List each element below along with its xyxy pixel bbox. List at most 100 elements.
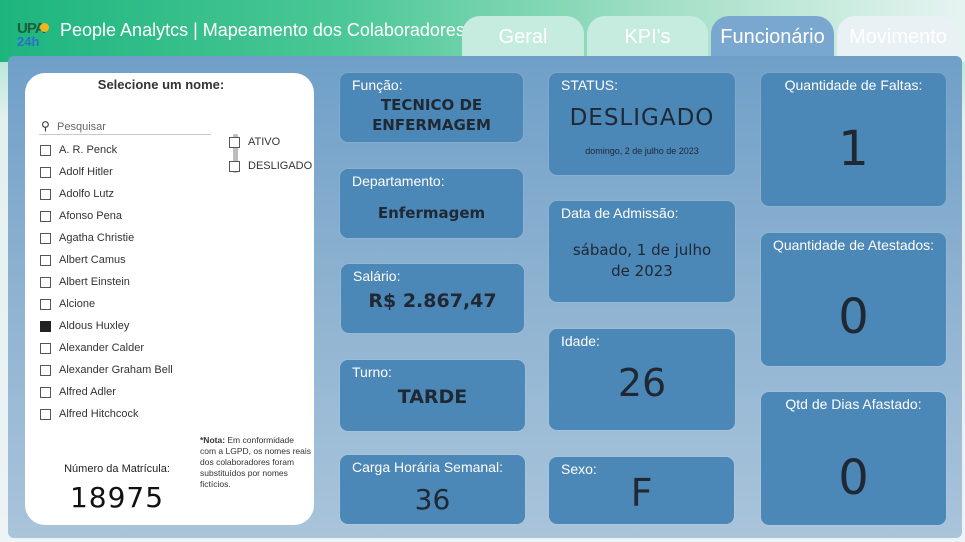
checkbox[interactable] [229, 160, 240, 172]
name-item[interactable]: Alcione [40, 293, 215, 315]
card-afastado-label: Qtd de Dias Afastado: [785, 396, 922, 412]
card-idade-value: 26 [617, 361, 667, 405]
card-status: STATUS: DESLIGADO domingo, 2 de julho de… [549, 73, 735, 175]
name-slicer-list: A. R. Penck Adolf Hitler Adolfo Lutz Afonso… [40, 139, 215, 425]
card-funcao-value-line2: ENFERMAGEM [372, 116, 491, 134]
checkbox[interactable] [40, 408, 51, 420]
name-item-label: A. R. Penck [59, 144, 118, 156]
card-carga-value: 36 [414, 483, 451, 516]
card-idade-label: Idade: [561, 333, 600, 349]
name-item[interactable]: A. R. Penck [40, 139, 215, 161]
name-item[interactable]: Albert Einstein [40, 271, 215, 293]
name-item[interactable]: Alexander Graham Bell [40, 359, 215, 381]
card-salario: Salário: R$ 2.867,47 [341, 264, 524, 333]
checkbox[interactable] [40, 342, 51, 354]
card-atestados: Quantidade de Atestados: 0 [761, 233, 946, 366]
card-sexo: Sexo: F [549, 457, 734, 524]
card-funcao-label: Função: [352, 77, 403, 93]
name-item[interactable]: Alexander Calder [40, 337, 215, 359]
card-faltas: Quantidade de Faltas: 1 [761, 73, 946, 206]
name-item[interactable]: Alfred Adler [40, 381, 215, 403]
note-bold-label: *Nota: [200, 435, 226, 445]
card-carga-horaria: Carga Horária Semanal: 36 [340, 455, 525, 524]
matricula-label: Número da Matrícula: [64, 463, 170, 475]
card-sexo-value: F [630, 471, 653, 515]
name-item-label: Albert Camus [59, 254, 126, 266]
card-atestados-label: Quantidade de Atestados: [772, 237, 935, 253]
checkbox[interactable] [40, 188, 51, 200]
checkbox[interactable] [40, 386, 51, 398]
card-salario-value: R$ 2.867,47 [368, 290, 497, 312]
status-option-item[interactable]: ATIVO [229, 130, 312, 154]
card-departamento-label: Departamento: [352, 173, 445, 189]
card-status-label: STATUS: [561, 77, 619, 93]
filter-panel: Selecione um nome: ⚲ Pesquisar A. R. Pen… [25, 73, 314, 525]
search-input[interactable]: ⚲ Pesquisar [39, 119, 211, 135]
name-item[interactable]: Adolfo Lutz [40, 183, 215, 205]
app-title: People Analytcs | Mapeamento dos Colabor… [60, 20, 465, 40]
card-atestados-value: 0 [838, 289, 869, 345]
name-item[interactable]: Alfred Hitchcock [40, 403, 215, 425]
card-salario-label: Salário: [353, 268, 401, 284]
search-icon: ⚲ [41, 119, 50, 133]
name-item-label: Aldous Huxley [59, 320, 130, 332]
name-item-label: Alexander Graham Bell [59, 364, 173, 376]
name-item[interactable]: Aldous Huxley [40, 315, 215, 337]
card-admissao-label: Data de Admissão: [561, 205, 679, 221]
card-admissao-value: sábado, 1 de julho de 2023 [549, 240, 735, 282]
checkbox[interactable] [40, 144, 51, 156]
card-funcao-value: TECNICO DE ENFERMAGEM [340, 95, 523, 135]
card-turno: Turno: TARDE [340, 360, 525, 431]
name-item[interactable]: Agatha Christie [40, 227, 215, 249]
checkbox[interactable] [40, 210, 51, 222]
checkbox[interactable] [40, 166, 51, 178]
checkbox[interactable] [40, 364, 51, 376]
card-afastado-value: 0 [838, 450, 869, 506]
checkbox[interactable] [40, 320, 51, 332]
name-item-label: Agatha Christie [59, 232, 135, 244]
card-faltas-value: 1 [838, 121, 869, 177]
matricula-value: 18975 [69, 481, 165, 514]
lgpd-note: *Nota: Em conformidade com a LGPD, os no… [200, 435, 312, 490]
search-placeholder: Pesquisar [57, 121, 106, 133]
card-status-value: DESLIGADO [569, 105, 715, 131]
card-dias-afastado: Qtd de Dias Afastado: 0 [761, 392, 946, 525]
card-admissao-value-line1: sábado, 1 de julho [572, 241, 712, 259]
name-item[interactable]: Albert Camus [40, 249, 215, 271]
name-item-label: Alfred Hitchcock [59, 408, 139, 420]
status-slicer-list: ATIVO DESLIGADO [229, 130, 312, 178]
upa-logo: UPA 24h [17, 20, 51, 50]
name-item-label: Alfred Adler [59, 386, 116, 398]
card-idade: Idade: 26 [549, 329, 735, 430]
card-turno-value: TARDE [397, 386, 468, 408]
name-item-label: Alcione [59, 298, 96, 310]
checkbox[interactable] [229, 136, 240, 148]
checkbox[interactable] [40, 232, 51, 244]
card-departamento: Departamento: Enfermagem [340, 169, 523, 238]
logo-text-bottom: 24h [17, 34, 40, 49]
name-item[interactable]: Afonso Pena [40, 205, 215, 227]
card-status-date: domingo, 2 de julho de 2023 [585, 146, 699, 156]
card-admissao-value-line2: de 2023 [611, 262, 673, 280]
status-option-item[interactable]: DESLIGADO [229, 154, 312, 178]
checkbox[interactable] [40, 254, 51, 266]
name-item[interactable]: Adolf Hitler [40, 161, 215, 183]
logo-sun-icon [40, 23, 49, 32]
status-option-item-label: ATIVO [248, 136, 281, 148]
filter-title: Selecione um nome: [97, 77, 225, 92]
card-faltas-label: Quantidade de Faltas: [784, 77, 923, 93]
checkbox[interactable] [40, 298, 51, 310]
name-item-label: Adolfo Lutz [59, 188, 115, 200]
name-item-label: Alexander Calder [59, 342, 144, 354]
card-admissao: Data de Admissão: sábado, 1 de julho de … [549, 201, 735, 302]
status-option-item-label: DESLIGADO [248, 160, 313, 172]
card-carga-label: Carga Horária Semanal: [352, 459, 503, 475]
card-turno-label: Turno: [352, 364, 392, 380]
name-item-label: Afonso Pena [59, 210, 122, 222]
name-item-label: Adolf Hitler [59, 166, 113, 178]
name-item-label: Albert Einstein [59, 276, 130, 288]
card-funcao-value-line1: TECNICO DE [380, 96, 483, 114]
checkbox[interactable] [40, 276, 51, 288]
card-departamento-value: Enfermagem [377, 204, 486, 222]
card-funcao: Função: TECNICO DE ENFERMAGEM [340, 73, 523, 142]
